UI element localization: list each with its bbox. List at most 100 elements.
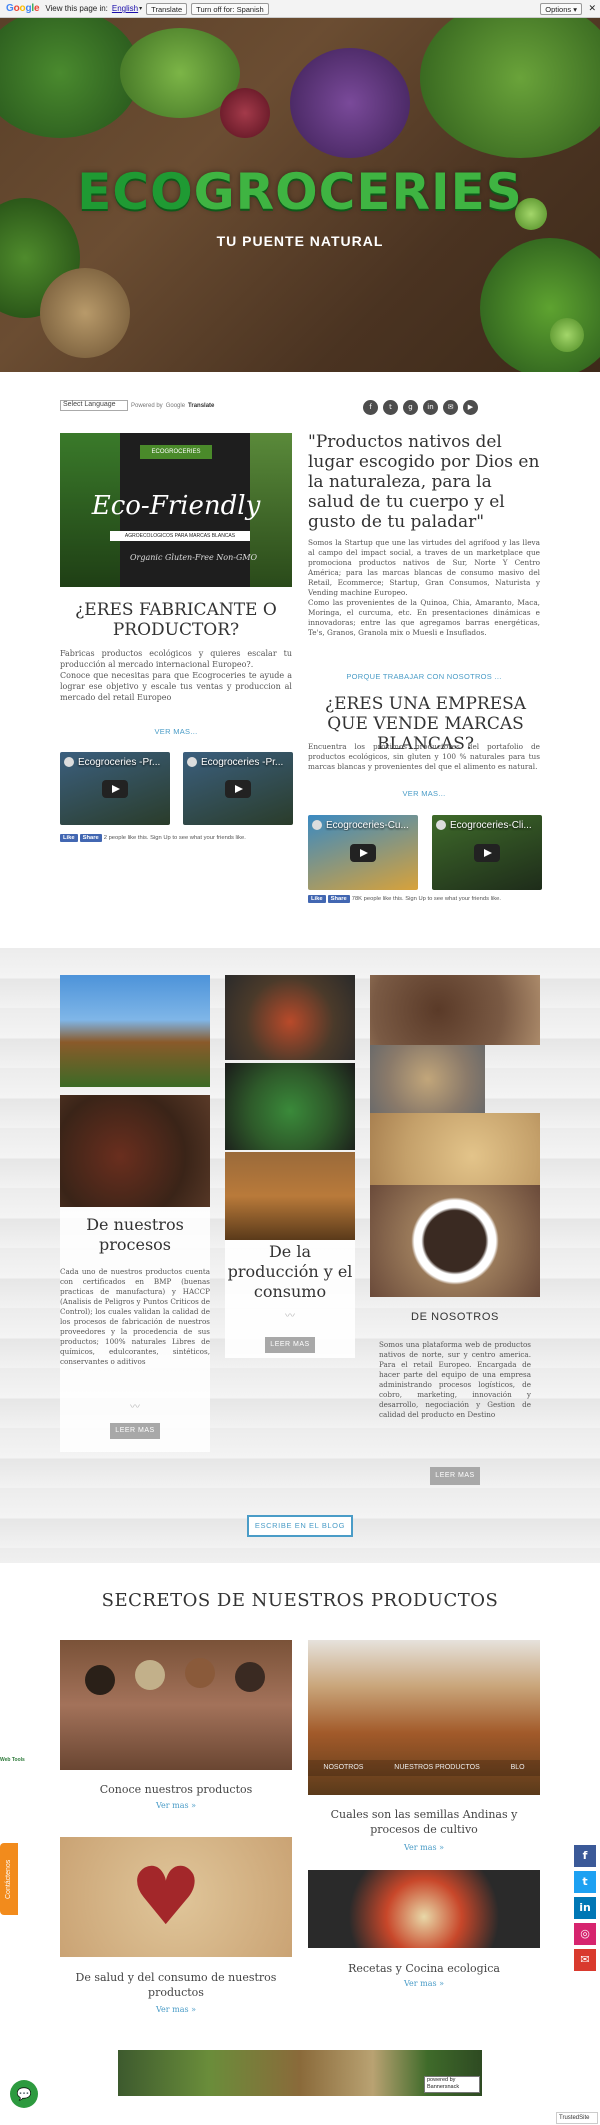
video-title: Ecogroceries-Cli... [450, 820, 532, 831]
select-language-dropdown[interactable]: Select Language [60, 400, 128, 411]
recipe-image [308, 1870, 540, 1948]
image-detail [135, 1660, 165, 1690]
hero-decoration [0, 18, 140, 138]
secret-caption: Recetas y Cocina ecologica [348, 1962, 500, 1975]
overlay-tab[interactable]: NOSOTROS [323, 1760, 363, 1776]
about-read-more-button[interactable]: LEER MAS [430, 1467, 480, 1485]
play-icon[interactable] [102, 779, 128, 798]
powered-by-label: Powered by [131, 402, 163, 409]
fb-like-button[interactable]: Like [308, 895, 326, 903]
why-work-with-us-link[interactable]: PORQUE TRABAJAR CON NOSOTROS ... [308, 672, 540, 681]
ad-title: Eco-Friendly [91, 491, 261, 521]
fb-share-button[interactable]: Share [79, 834, 102, 842]
options-button[interactable]: Options ▾ [540, 3, 582, 15]
production-heading: De la producción y el consumo [227, 1242, 353, 1301]
social-icons: f t g in ✉ ▶ [363, 400, 483, 415]
twitter-icon[interactable]: t [574, 1871, 596, 1893]
wooden-spoons-image [60, 1640, 292, 1770]
translate-button[interactable]: Translate [146, 2, 188, 15]
email-icon[interactable]: ✉ [443, 400, 458, 415]
bannersnack-badge[interactable]: powered by Bannersnack [424, 2076, 480, 2093]
instagram-icon[interactable]: ◎ [574, 1923, 596, 1945]
hero-quote: "Productos nativos del lugar escogido po… [308, 432, 540, 532]
linkedin-icon[interactable]: in [423, 400, 438, 415]
view-page-label: View this page in: [45, 4, 108, 13]
write-blog-button[interactable]: ESCRIBE EN EL BLOG [247, 1515, 353, 1537]
secret-more-link[interactable]: Ver mas » [308, 1843, 540, 1852]
production-read-more-button[interactable]: LEER MAS [265, 1337, 315, 1353]
salad-image [225, 1063, 355, 1150]
hero-decoration [480, 238, 600, 372]
chia-bowl-image [370, 1185, 540, 1297]
secret-caption: Cuales son las semillas Andinas y proces… [330, 1808, 518, 1836]
turn-off-button[interactable]: Turn off for: Spanish [191, 2, 269, 15]
hero-decoration [550, 318, 584, 352]
language-dropdown[interactable]: English [112, 4, 138, 13]
chevron-down-icon: ▾ [139, 6, 143, 12]
food-bowls-image [225, 975, 355, 1060]
manufacturer-text: Fabricas productos ecológicos y quieres … [60, 649, 292, 702]
eco-friendly-ad-image: ECOGROCERIES Eco-Friendly AGROECOLOGICOS… [60, 433, 292, 587]
andean-farmer-image: NOSOTROS NUESTROS PRODUCTOS BLO [308, 1640, 540, 1795]
google-label: Google [165, 402, 186, 409]
facebook-like-widget: Like Share 2 people like this. Sign Up t… [60, 834, 246, 842]
hero-decoration [290, 48, 410, 158]
play-icon[interactable] [350, 843, 376, 862]
youtube-video[interactable]: Ecogroceries-Cu... [308, 815, 418, 890]
overlay-tab[interactable]: BLO [511, 1760, 525, 1776]
white-label-see-more-link[interactable]: VER MAS... [308, 789, 540, 798]
secret-more-link[interactable]: Ver mas » [308, 1979, 540, 1988]
youtube-video[interactable]: Ecogroceries-Cli... [432, 815, 542, 890]
translate-link[interactable]: Translate [188, 403, 214, 409]
hero-decoration [220, 88, 270, 138]
ad-brand: ECOGROCERIES [140, 445, 212, 459]
image-detail [185, 1658, 215, 1688]
fb-like-button[interactable]: Like [60, 834, 78, 842]
facebook-icon[interactable]: f [574, 1845, 596, 1867]
email-icon[interactable]: ✉ [574, 1949, 596, 1971]
image-detail [235, 1662, 265, 1692]
ecogroceries-logo: ECOGROCERIES [77, 163, 523, 221]
process-read-more-button[interactable]: LEER MAS [110, 1423, 160, 1439]
secret-more-link[interactable]: Ver mas » [60, 2005, 292, 2014]
web-tools-badge[interactable]: Web Tools [0, 1757, 25, 1763]
facebook-icon[interactable]: f [363, 400, 378, 415]
image-detail [85, 1665, 115, 1695]
youtube-video[interactable]: Ecogroceries -Pr... [60, 752, 170, 825]
manufacturer-heading: ¿ERES FABRICANTE O PRODUCTOR? [75, 600, 277, 640]
language-selector: Select Language Powered by Google Transl… [60, 400, 214, 411]
twitter-icon[interactable]: t [383, 400, 398, 415]
secrets-title: SECRETOS DE NUESTROS PRODUCTOS [101, 1590, 499, 1611]
seeds-bowl-image [60, 1095, 210, 1207]
linkedin-icon[interactable]: in [574, 1897, 596, 1919]
grain-spoon-image [370, 1113, 540, 1185]
google-plus-icon[interactable]: g [403, 400, 418, 415]
play-icon[interactable] [474, 843, 500, 862]
fb-share-button[interactable]: Share [327, 895, 350, 903]
contact-tab[interactable]: Contáctenos [0, 1843, 18, 1915]
trustedsite-badge[interactable]: TrustedSite [556, 2112, 598, 2124]
divider-swirl: 〰 [285, 1311, 295, 1322]
youtube-icon[interactable]: ▶ [463, 400, 478, 415]
translate-bar: Google View this page in: English ▾ Tran… [0, 0, 600, 18]
divider-swirl: 〰 [130, 1402, 140, 1413]
heart-seeds-image: ♥ [60, 1837, 292, 1957]
play-icon[interactable] [225, 779, 251, 798]
video-title: Ecogroceries -Pr... [78, 757, 161, 768]
chia-spoon-image [370, 975, 540, 1045]
manufacturer-see-more-link[interactable]: VER MAS... [60, 727, 292, 736]
youtube-video[interactable]: Ecogroceries -Pr... [183, 752, 293, 825]
hero-decoration [420, 18, 600, 158]
hero-tagline: TU PUENTE NATURAL [216, 233, 384, 249]
process-text: Cada uno de nuestros productos cuenta co… [60, 1267, 210, 1366]
chat-icon[interactable]: 💬 [10, 2080, 38, 2108]
overlay-tab[interactable]: NUESTROS PRODUCTOS [394, 1760, 479, 1776]
heart-icon: ♥ [130, 1850, 202, 1943]
secret-more-link[interactable]: Ver mas » [60, 1801, 292, 1810]
close-icon[interactable]: ✕ [588, 3, 596, 14]
secret-caption: Conoce nuestros productos [99, 1783, 253, 1796]
video-title: Ecogroceries -Pr... [201, 757, 284, 768]
ad-badges: Organic Gluten-Free Non-GMO [130, 553, 258, 562]
white-label-text: Encuentra los próximos productores del p… [308, 742, 540, 771]
hero-decoration [40, 268, 130, 358]
